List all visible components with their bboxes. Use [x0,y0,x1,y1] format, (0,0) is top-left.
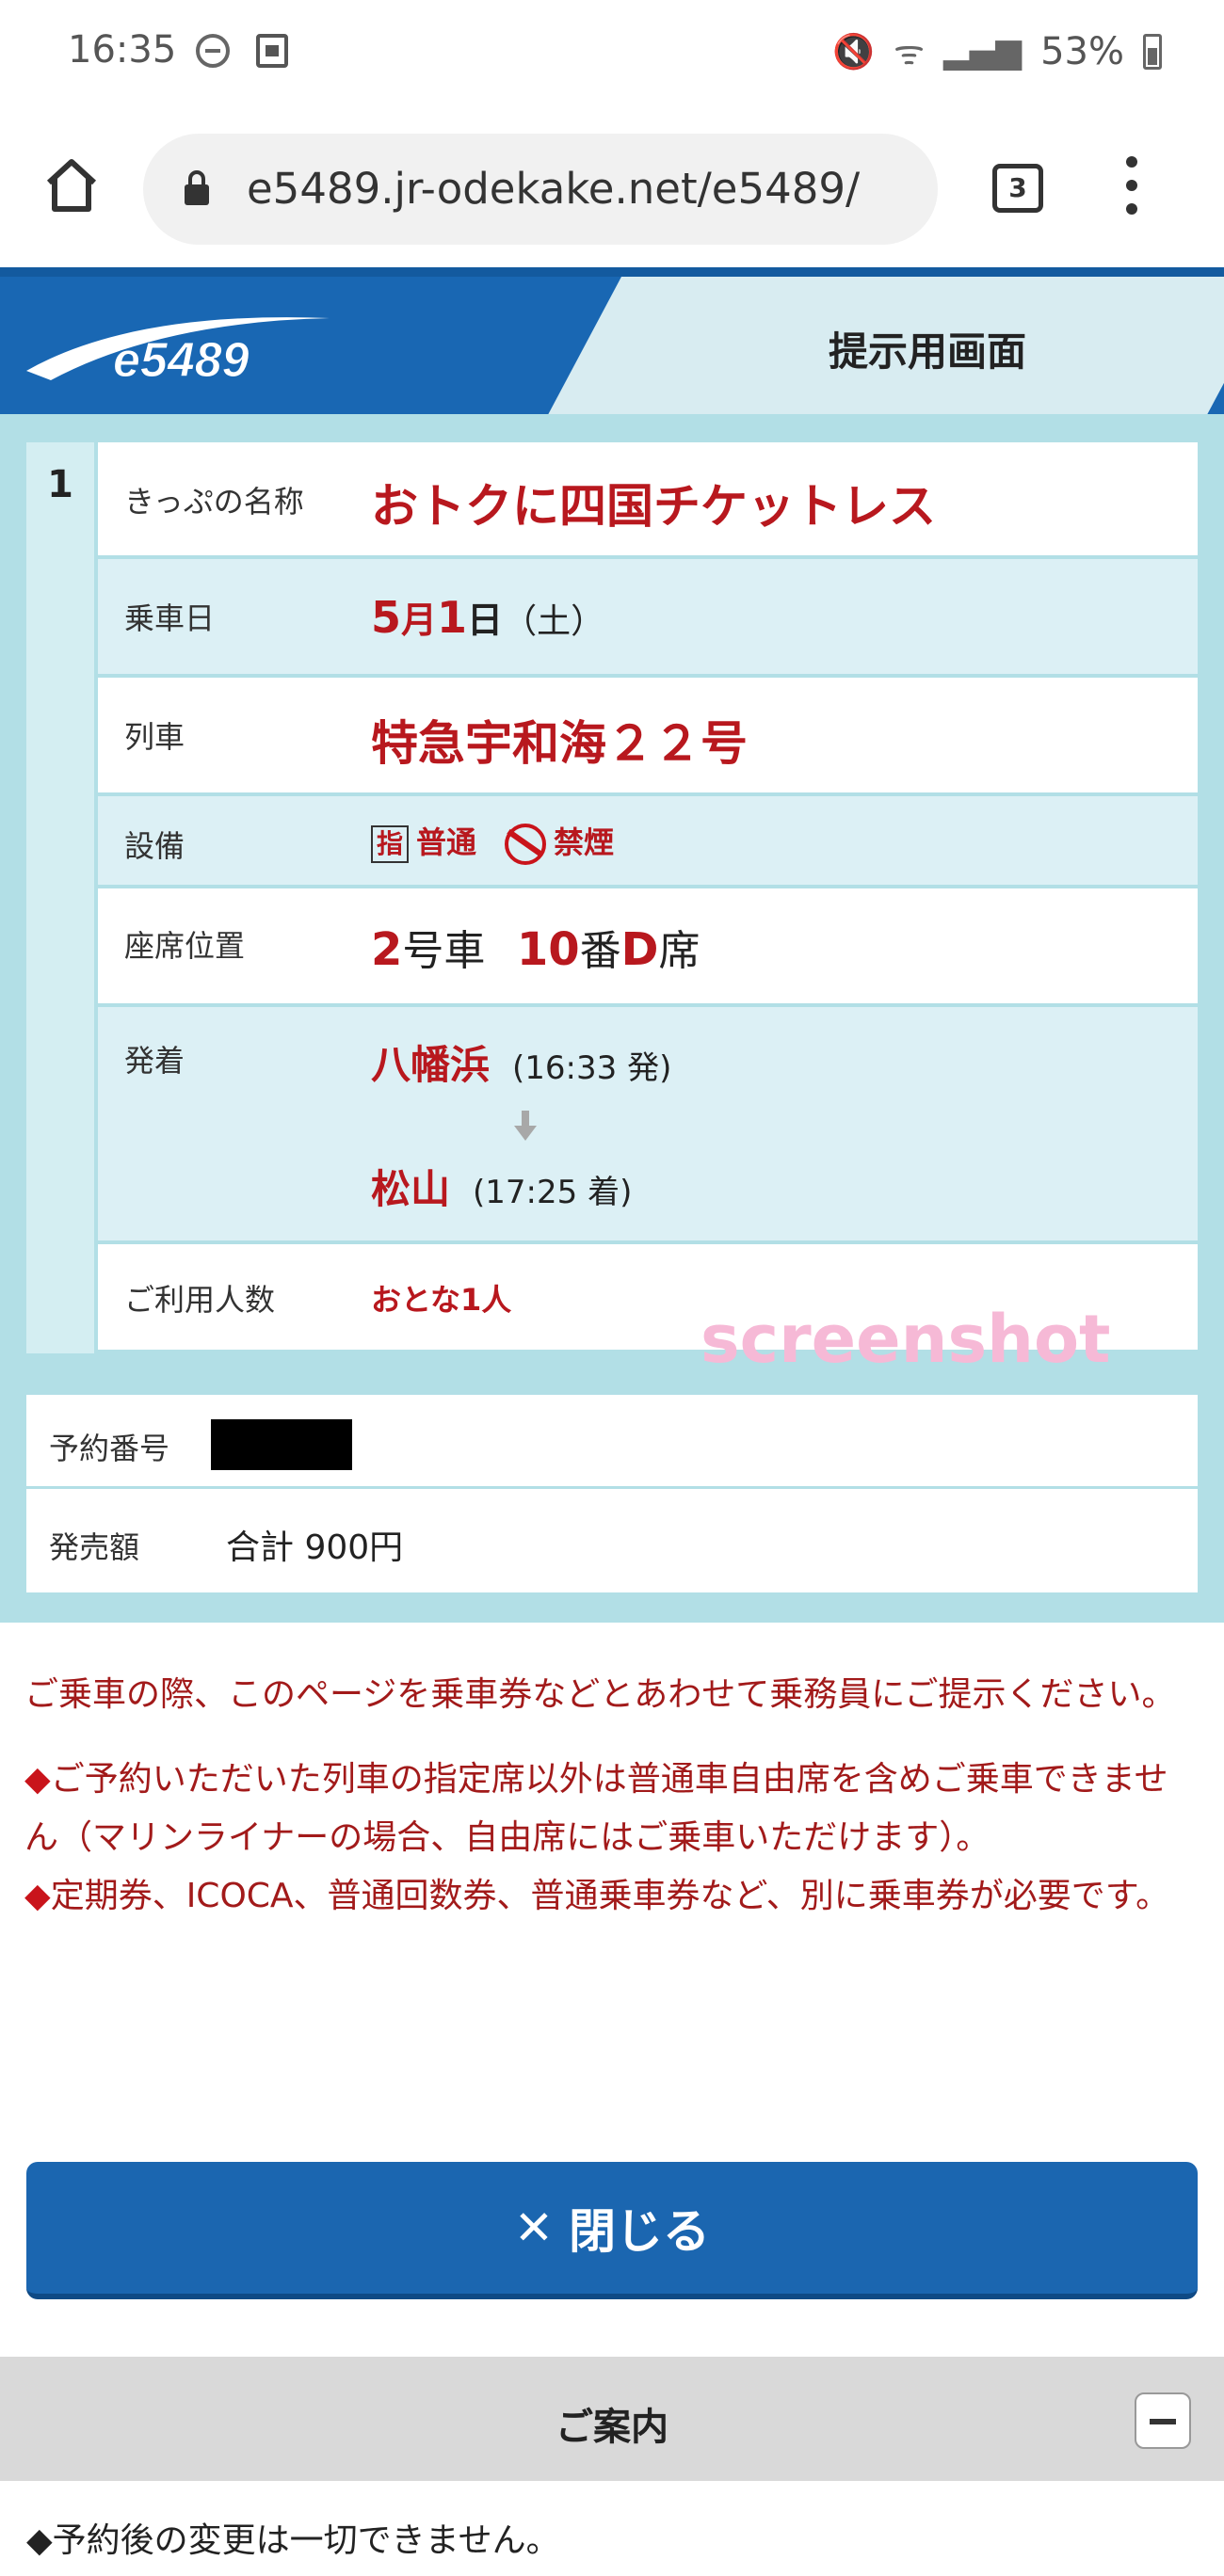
boarding-notes: ご乗車の際、このページを乗車券などとあわせて乗務員にご提示ください。 ◆ご予約い… [24,1666,1201,1952]
redacted-reservation-number [211,1419,352,1470]
reservation-number-label: 予約番号 [49,1431,170,1466]
status-indicators: 🔇 ᯤ ▂▄▆ 53% [832,28,1162,74]
home-icon[interactable] [41,154,102,215]
seat-label: 座席位置 [124,928,246,964]
close-icon: ✕ [514,2200,554,2255]
signal-icon: ▂▄▆ [943,32,1023,71]
car-number: 2 [371,923,403,976]
amount-row: 発売額 合計 900円 [26,1492,1198,1592]
screenshot-notification-icon [256,34,288,68]
status-time: 16:35 [68,28,177,72]
ride-day: 1 [437,592,468,643]
ticket-panel: 1 きっぷの名称 おトクに四国チケットレス 乗車日 5月1日（土） 列車 特急宇… [0,414,1224,1623]
note-present-page: ご乗車の際、このページを乗車券などとあわせて乗務員にご提示ください。 [24,1675,1176,1714]
ride-weekday: （土） [503,602,605,641]
arrival: 松山 (17:25 着) [371,1158,632,1215]
departure-time: (16:33 発) [512,1049,672,1087]
reservation-number-row: 予約番号 [26,1395,1198,1489]
site-header: e5489 提示用画面 [0,267,1224,414]
no-smoking-icon [505,824,547,865]
ride-date-value: 5月1日（土） [371,591,604,643]
close-button[interactable]: ✕ 閉じる [26,2162,1198,2299]
battery-percent: 53% [1040,29,1124,73]
status-bar: 16:35 🔇 ᯤ ▂▄▆ 53% [0,0,1224,105]
ticket-name-row: きっぷの名称 おトクに四国チケットレス [98,442,1198,555]
train-row: 列車 特急宇和海２２号 [98,678,1198,792]
route-row: 発着 八幡浜 (16:33 発) 松山 (17:25 着) [98,1007,1198,1240]
battery-icon [1143,33,1162,70]
facility-row: 設備 指普通 禁煙 [98,796,1198,885]
overflow-menu-icon[interactable] [1126,156,1139,216]
screenshot-watermark: screenshot [701,1301,1111,1378]
departure: 八幡浜 (16:33 発) [371,1033,671,1091]
guide-note: ◆予約後の変更は一切できません。 [26,2521,560,2560]
ride-date-label: 乗車日 [124,600,216,636]
amount-value: 合計 900円 [226,1528,404,1567]
collapse-icon[interactable] [1135,2392,1191,2449]
facility-value: 指普通 禁煙 [371,819,614,865]
note-bullet: ◆ [24,1877,51,1915]
ride-month: 5 [371,592,402,643]
close-button-label: 閉じる [568,2204,710,2259]
guide-title: ご案内 [556,2406,668,2449]
ride-date-row: 乗車日 5月1日（土） [98,559,1198,674]
train-value: 特急宇和海２２号 [371,716,748,771]
ticket-name-label: きっぷの名称 [124,484,304,520]
tab-switcher-button[interactable]: 3 [992,164,1043,213]
arrival-station: 松山 [371,1166,451,1212]
ticket-number: 1 [26,442,94,1353]
do-not-disturb-icon [196,34,230,68]
note-reserved-only: ◆ご予約いただいた列車の指定席以外は普通車自由席を含めご乗車できません（マリンラ… [24,1760,1168,1857]
ticket-card: 1 きっぷの名称 おトクに四国チケットレス 乗車日 5月1日（土） 列車 特急宇… [26,442,1198,1353]
departure-station: 八幡浜 [371,1042,491,1088]
note-bullet: ◆ [24,1760,51,1799]
note-ticket-required: ◆定期券、ICOCA、普通回数券、普通乗車券など、別に乗車券が必要です。 [24,1877,1170,1915]
smoking-status: 禁煙 [554,824,615,860]
seat-unit: 席 [658,927,701,975]
reservation-box: 予約番号 発売額 合計 900円 [26,1395,1198,1592]
lock-icon [185,170,209,205]
ride-day-unit: 日 [467,600,504,641]
url-text: e5489.jr-odekake.net/e5489/ [247,164,861,214]
facility-label: 設備 [124,828,185,864]
page-title: 提示用画面 [829,328,1027,375]
guide-accordion-header[interactable]: ご案内 [0,2357,1224,2481]
wifi-icon: ᯤ [894,34,926,72]
car-class: 普通 [416,824,477,860]
address-bar[interactable]: e5489.jr-odekake.net/e5489/ [143,134,938,245]
seat-value: 2号車 10番D席 [371,917,700,977]
seat-letter: D [620,923,659,976]
ride-month-unit: 月 [401,600,438,641]
arrival-time: (17:25 着) [473,1174,633,1211]
car-unit: 号車 [402,927,486,975]
passengers-label: ご利用人数 [124,1282,276,1318]
seat-row-number: 10 [516,923,580,976]
reserved-seat-mark: 指 [371,825,409,863]
seat-row: 座席位置 2号車 10番D席 [98,888,1198,1003]
amount-label: 発売額 [49,1529,140,1565]
arrow-down-icon [514,1111,537,1141]
mute-icon: 🔇 [832,32,876,72]
ticket-name-value: おトクに四国チケットレス [371,479,936,534]
seat-row-unit: 番 [579,927,621,975]
header-divider [0,267,1224,277]
e5489-logo: e5489 [26,317,330,389]
passengers-value: おとな1人 [371,1282,512,1318]
train-label: 列車 [124,719,185,755]
svg-text:e5489: e5489 [113,333,250,388]
route-label: 発着 [124,1043,185,1079]
browser-toolbar: e5489.jr-odekake.net/e5489/ 3 [0,105,1224,267]
